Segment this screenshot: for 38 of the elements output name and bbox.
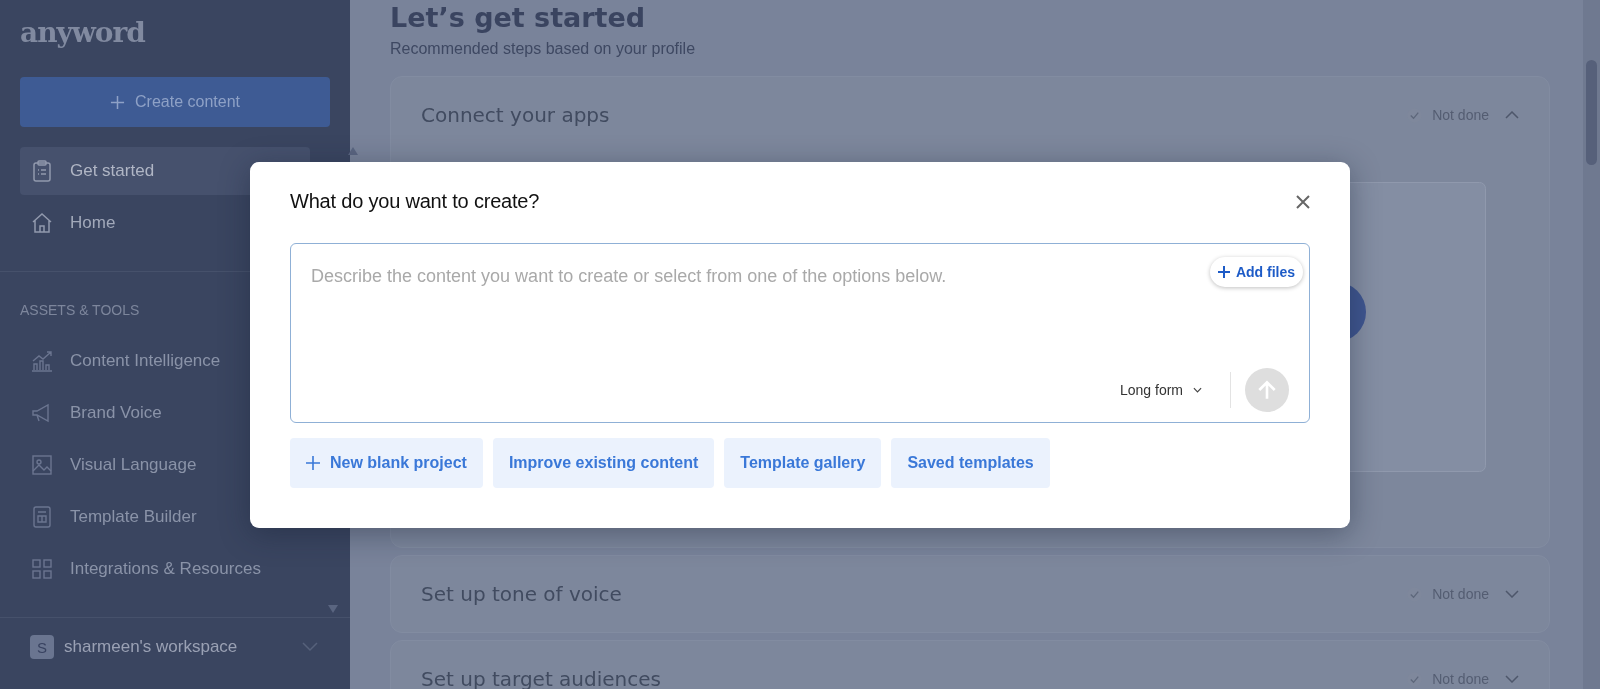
- scrollbar-thumb[interactable]: [1586, 60, 1597, 165]
- grid-icon: [30, 556, 54, 581]
- create-content-button[interactable]: Create content: [20, 77, 330, 127]
- image-icon: [30, 453, 54, 478]
- action-button[interactable]: Improve existing content: [492, 438, 715, 488]
- chevron-down-icon[interactable]: [1505, 590, 1519, 598]
- close-icon[interactable]: [1296, 194, 1310, 209]
- action-button[interactable]: New blank project: [290, 438, 483, 488]
- step-title[interactable]: Connect your apps: [421, 103, 610, 127]
- plus-icon: [110, 94, 125, 110]
- home-icon: [30, 210, 54, 235]
- action-button[interactable]: Template gallery: [724, 438, 882, 488]
- chart-icon: [30, 349, 54, 374]
- plus-icon: [306, 456, 320, 470]
- scroll-down-icon[interactable]: [328, 604, 338, 613]
- logo[interactable]: anyword: [20, 16, 145, 52]
- chevron-down-icon: [1193, 387, 1202, 393]
- plus-icon: [1217, 266, 1230, 278]
- page-title: Let’s get started: [390, 2, 647, 33]
- scrollbar[interactable]: [1583, 0, 1600, 689]
- workspace-name[interactable]: sharmeen's workspace: [64, 637, 238, 658]
- add-files-button[interactable]: Add files: [1209, 257, 1303, 287]
- scroll-up-icon[interactable]: [348, 146, 358, 155]
- page-subtitle: Recommended steps based on your profile: [390, 40, 697, 58]
- send-button[interactable]: [1245, 368, 1289, 412]
- template-icon: [30, 504, 54, 529]
- chevron-up-icon[interactable]: [1505, 111, 1519, 119]
- clipboard-icon: [30, 158, 54, 183]
- action-button[interactable]: Saved templates: [891, 438, 1050, 488]
- section-label: ASSETS & TOOLS: [20, 301, 141, 318]
- step-title[interactable]: Set up tone of voice: [421, 582, 622, 606]
- nav-item[interactable]: Template Builder: [20, 493, 310, 541]
- format-dropdown[interactable]: Long form: [1113, 381, 1208, 399]
- chevron-down-icon[interactable]: [1505, 675, 1519, 683]
- chevron-down-icon[interactable]: [302, 642, 318, 653]
- nav-item[interactable]: Integrations & Resources: [20, 545, 310, 593]
- arrow-up-icon: [1256, 379, 1278, 401]
- prompt-field[interactable]: Describe the content you want to create or select from one of the options below. Add files Long form: [290, 243, 1310, 423]
